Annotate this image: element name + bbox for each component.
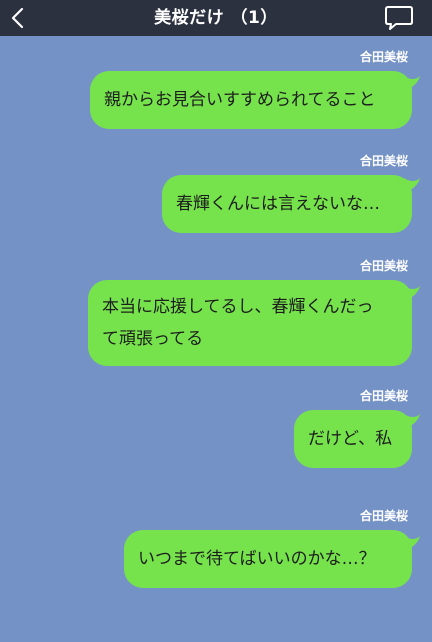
message-bubble[interactable]: 春輝くんには言えないな… — [162, 175, 412, 233]
message-text: いつまで待てばいいのかな…？ — [138, 549, 376, 569]
message-sender: 合田美桜 — [359, 154, 408, 168]
message-text: 親からお見合いすすめられてること — [104, 90, 376, 110]
speech-bubble-icon[interactable] — [384, 4, 414, 32]
chat-title: 美桜だけ （1） — [154, 8, 278, 28]
message-bubble[interactable]: 本当に応援してるし、春輝くんだっ て頑張ってる — [88, 280, 412, 366]
message-sender: 合田美桜 — [359, 389, 408, 403]
message-sender: 合田美桜 — [359, 509, 408, 523]
message-bubble[interactable]: だけど、私 — [294, 410, 412, 468]
message-text: 春輝くんには言えないな… — [176, 194, 380, 214]
message-bubble[interactable]: 親からお見合いすすめられてること — [90, 71, 412, 129]
message-sender: 合田美桜 — [359, 259, 408, 273]
message-bubble[interactable]: いつまで待てばいいのかな…？ — [124, 530, 412, 588]
message-text: だけど、私 — [308, 429, 393, 449]
chat-header: 美桜だけ （1） — [0, 0, 432, 36]
message-text-line: て頑張ってる — [102, 329, 204, 349]
message-text-line: 本当に応援してるし、春輝くんだっ — [102, 297, 374, 317]
message-sender: 合田美桜 — [359, 50, 408, 64]
